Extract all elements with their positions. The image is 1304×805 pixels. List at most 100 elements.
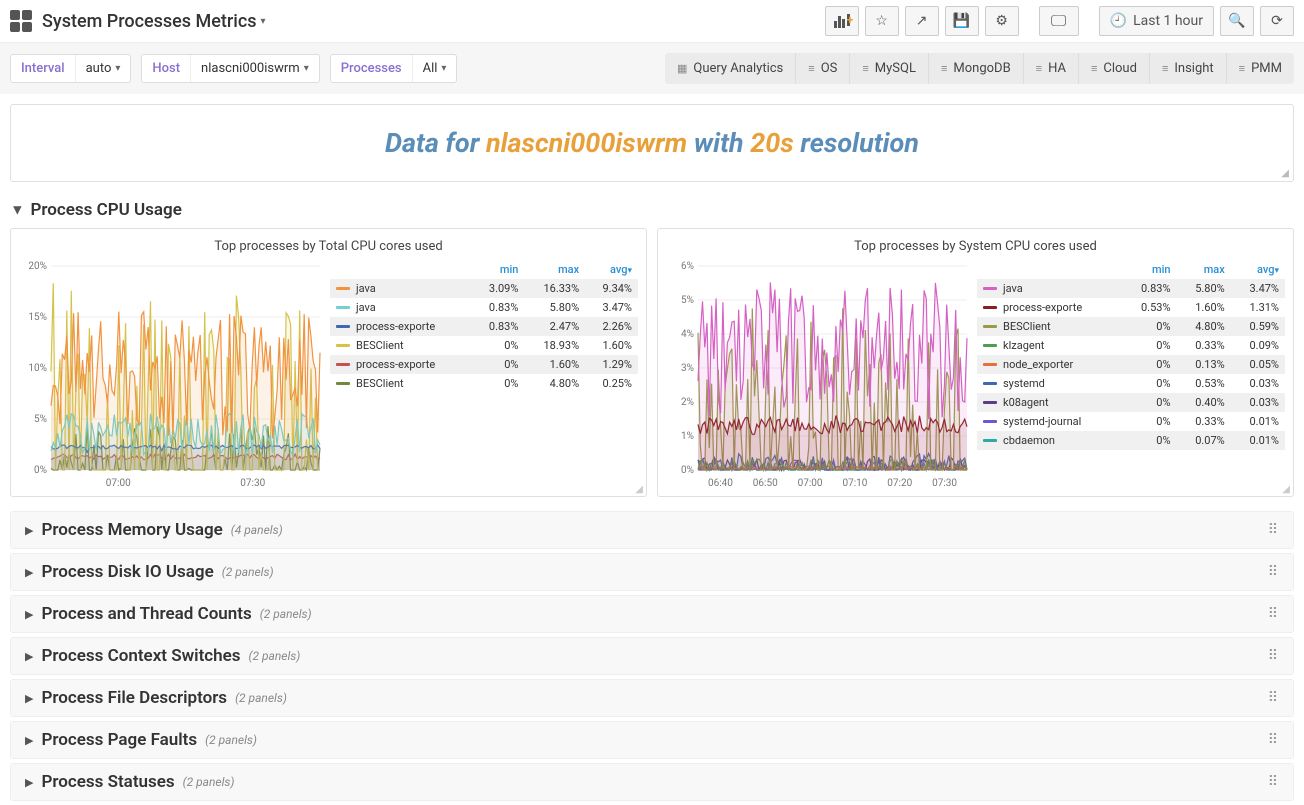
nav-cloud[interactable]: ≡Cloud (1078, 53, 1149, 84)
nav-label: Cloud (1103, 61, 1137, 76)
chart-system-cpu[interactable]: 0%1%2%3%4%5%6%06:4006:5007:0007:1007:200… (666, 260, 971, 490)
svg-text:5%: 5% (681, 295, 694, 306)
add-panel-button[interactable]: + (825, 6, 859, 36)
nav-pmm[interactable]: ≡PMM (1226, 53, 1294, 84)
legend-row[interactable]: java3.09%16.33%9.34% (330, 279, 638, 298)
row-header[interactable]: ▶Process File Descriptors(2 panels)⠿ (11, 680, 1293, 716)
host-filter[interactable]: Host nlascni000iswrm▾ (141, 54, 319, 83)
nav-label: Query Analytics (693, 61, 783, 76)
row-header[interactable]: ▶Process Disk IO Usage(2 panels)⠿ (11, 554, 1293, 590)
dashboard-title-dropdown[interactable]: System Processes Metrics ▾ (42, 11, 266, 32)
banner-mid: with (687, 127, 750, 159)
series-name: process-exporte (356, 320, 435, 333)
row-panel-count: (4 panels) (231, 523, 283, 537)
drag-handle-icon[interactable]: ⠿ (1268, 774, 1279, 790)
banner-prefix: Data for (385, 127, 486, 159)
row-header[interactable]: ▶Process Statuses(2 panels)⠿ (11, 764, 1293, 800)
row-header[interactable]: ▶Process Page Faults(2 panels)⠿ (11, 722, 1293, 758)
star-button[interactable]: ☆ (865, 6, 899, 36)
caret-down-icon: ▾ (261, 16, 266, 27)
refresh-button[interactable]: ⟳ (1260, 6, 1294, 36)
svg-text:10%: 10% (28, 363, 47, 374)
col-min[interactable]: min (1122, 260, 1176, 279)
legend-row[interactable]: systemd-journal0%0.33%0.01% (977, 412, 1285, 431)
legend-row[interactable]: k08agent0%0.40%0.03% (977, 393, 1285, 412)
resize-handle-icon[interactable]: ◢ (635, 484, 643, 495)
col-avg[interactable]: avg▾ (1231, 260, 1285, 279)
series-min: 0% (1122, 374, 1176, 393)
legend-row[interactable]: klzagent0%0.33%0.09% (977, 336, 1285, 355)
nav-label: Insight (1174, 61, 1213, 76)
col-avg[interactable]: avg▾ (585, 260, 638, 279)
series-min: 0% (1122, 317, 1176, 336)
row-title: Process Statuses (41, 772, 174, 792)
legend-row[interactable]: BESClient0%4.80%0.25% (330, 374, 638, 393)
nav-query-analytics[interactable]: ▦Query Analytics (665, 53, 795, 84)
row-header-cpu-usage[interactable]: ▶ Process CPU Usage (0, 192, 1304, 228)
row-header[interactable]: ▶Process Memory Usage(4 panels)⠿ (11, 512, 1293, 548)
interval-value: auto (86, 61, 112, 76)
col-max[interactable]: max (524, 260, 585, 279)
resize-handle-icon[interactable]: ◢ (1281, 168, 1289, 179)
nav-mongodb[interactable]: ≡MongoDB (928, 53, 1023, 84)
chart-total-cpu[interactable]: 0%5%10%15%20%07:0007:30 (19, 260, 324, 490)
interval-label: Interval (11, 55, 76, 82)
drag-handle-icon[interactable]: ⠿ (1268, 522, 1279, 538)
legend-row[interactable]: systemd0%0.53%0.03% (977, 374, 1285, 393)
row-header[interactable]: ▶Process Context Switches(2 panels)⠿ (11, 638, 1293, 674)
legend-row[interactable]: process-exporte0.83%2.47%2.26% (330, 317, 638, 336)
svg-text:4%: 4% (681, 329, 694, 340)
save-icon: 💾 (953, 13, 970, 29)
nav-label: OS (821, 61, 838, 76)
series-avg: 1.29% (585, 355, 638, 374)
processes-filter[interactable]: Processes All▾ (330, 54, 458, 83)
nav-ha[interactable]: ≡HA (1023, 53, 1078, 84)
series-swatch (336, 287, 350, 290)
drag-handle-icon[interactable]: ⠿ (1268, 732, 1279, 748)
drag-handle-icon[interactable]: ⠿ (1268, 564, 1279, 580)
drag-handle-icon[interactable]: ⠿ (1268, 648, 1279, 664)
legend-row[interactable]: process-exporte0.53%1.60%1.31% (977, 298, 1285, 317)
tv-mode-button[interactable]: 🖵 (1039, 6, 1079, 36)
nav-os[interactable]: ≡OS (795, 53, 849, 84)
chevron-icon: ▶ (25, 608, 33, 621)
interval-filter[interactable]: Interval auto▾ (10, 54, 131, 83)
resize-handle-icon[interactable]: ◢ (1282, 484, 1290, 495)
drag-handle-icon[interactable]: ⠿ (1268, 690, 1279, 706)
series-min: 0.83% (472, 298, 525, 317)
row-panel-count: (2 panels) (260, 607, 312, 621)
legend-row[interactable]: java0.83%5.80%3.47% (330, 298, 638, 317)
row-header[interactable]: ▶Process and Thread Counts(2 panels)⠿ (11, 596, 1293, 632)
refresh-icon: ⟳ (1271, 13, 1283, 29)
row-panel-count: (2 panels) (235, 691, 287, 705)
legend-row[interactable]: BESClient0%18.93%1.60% (330, 336, 638, 355)
nav-label: MongoDB (953, 61, 1010, 76)
series-swatch (983, 287, 997, 290)
col-min[interactable]: min (472, 260, 525, 279)
col-max[interactable]: max (1177, 260, 1231, 279)
series-max: 1.60% (1177, 298, 1231, 317)
series-name: k08agent (1003, 396, 1049, 409)
row-title: Process Context Switches (41, 646, 240, 666)
series-swatch (983, 344, 997, 347)
caret-down-icon: ▾ (115, 63, 120, 74)
share-button[interactable]: ↗ (905, 6, 939, 36)
time-range-button[interactable]: 🕘 Last 1 hour (1099, 6, 1214, 36)
legend-row[interactable]: cbdaemon0%0.07%0.01% (977, 431, 1285, 450)
legend-row[interactable]: BESClient0%4.80%0.59% (977, 317, 1285, 336)
nav-insight[interactable]: ≡Insight (1149, 53, 1226, 84)
series-avg: 0.05% (1231, 355, 1285, 374)
legend-row[interactable]: java0.83%5.80%3.47% (977, 279, 1285, 298)
drag-handle-icon[interactable]: ⠿ (1268, 606, 1279, 622)
save-button[interactable]: 💾 (945, 6, 979, 36)
series-name: java (356, 282, 376, 295)
settings-button[interactable]: ⚙ (985, 6, 1019, 36)
monitor-icon: 🖵 (1051, 11, 1066, 31)
zoom-out-button[interactable]: 🔍 (1220, 6, 1254, 36)
nav-mysql[interactable]: ≡MySQL (849, 53, 928, 84)
legend-row[interactable]: process-exporte0%1.60%1.29% (330, 355, 638, 374)
series-avg: 0.01% (1231, 412, 1285, 431)
legend-row[interactable]: node_exporter0%0.13%0.05% (977, 355, 1285, 374)
series-avg: 0.59% (1231, 317, 1285, 336)
series-swatch (983, 325, 997, 328)
